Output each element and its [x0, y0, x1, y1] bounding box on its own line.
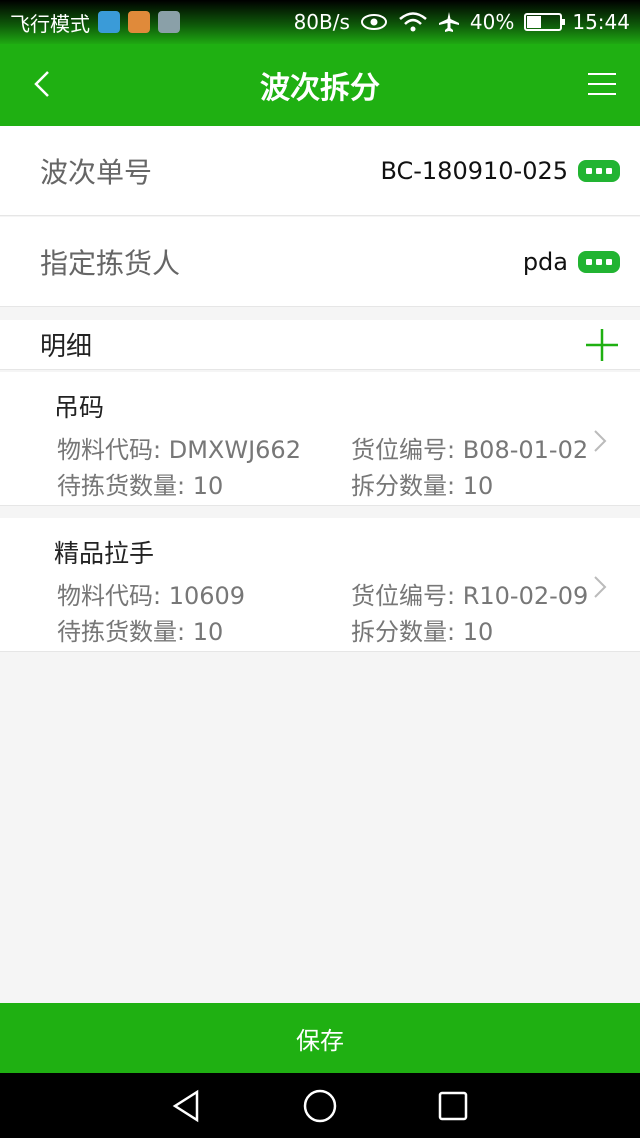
wave-number-row[interactable]: 波次单号 BC-180910-025 — [0, 126, 640, 216]
pending-qty: 待拣货数量: 10 — [57, 618, 224, 646]
detail-title: 明细 — [40, 332, 93, 362]
picker-value: pda — [522, 247, 568, 276]
network-speed: 80B/s — [293, 10, 350, 34]
list-item[interactable]: 精品拉手 物料代码: 10609 货位编号: R10-02-09 待拣货数量: … — [0, 518, 640, 652]
list-item[interactable]: 吊码 物料代码: DMXWJ662 货位编号: B08-01-02 待拣货数量:… — [0, 372, 640, 506]
picker-value-group: pda — [523, 248, 620, 276]
chevron-right-icon — [594, 430, 607, 452]
picker-row[interactable]: 指定拣货人 pda — [0, 217, 640, 307]
wave-number-label: 波次单号 — [40, 155, 153, 189]
page-title: 波次拆分 — [260, 71, 380, 106]
item-name: 吊码 — [54, 393, 105, 422]
gallery-icon — [158, 11, 180, 33]
plus-icon[interactable] — [584, 327, 620, 363]
clock: 15:44 — [572, 10, 630, 34]
chevron-left-icon[interactable] — [26, 64, 66, 104]
location-code: 货位编号: B08-01-02 — [351, 436, 589, 464]
save-button[interactable]: 保存 — [0, 1003, 640, 1073]
split-qty: 拆分数量: 10 — [351, 618, 494, 646]
hamburger-menu-icon[interactable] — [584, 66, 620, 102]
system-nav-bar — [0, 1073, 640, 1138]
app-bar: 波次拆分 — [0, 44, 640, 126]
battery-icon — [524, 13, 566, 31]
location-code: 货位编号: R10-02-09 — [351, 582, 589, 610]
eye-icon — [360, 14, 387, 30]
health-icon — [98, 11, 120, 33]
material-code: 物料代码: 10609 — [57, 582, 246, 610]
nav-back-icon[interactable] — [169, 1088, 205, 1124]
item-name: 精品拉手 — [54, 539, 155, 568]
more-dots-icon[interactable] — [578, 250, 620, 273]
mail-icon — [128, 11, 150, 33]
pending-qty: 待拣货数量: 10 — [57, 472, 224, 500]
nav-home-icon[interactable] — [302, 1088, 338, 1124]
more-dots-icon[interactable] — [578, 159, 620, 182]
status-bar-left: 飞行模式 — [10, 8, 180, 37]
airplane-icon — [438, 12, 459, 32]
material-code: 物料代码: DMXWJ662 — [57, 436, 301, 464]
chevron-right-icon — [594, 576, 607, 598]
airplane-mode-text: 飞行模式 — [10, 11, 90, 36]
wifi-icon — [399, 12, 427, 32]
picker-label: 指定拣货人 — [40, 246, 181, 280]
wave-number-value-group: BC-180910-025 — [380, 157, 620, 185]
battery-percent: 40% — [469, 10, 515, 34]
wave-number-value: BC-180910-025 — [380, 156, 568, 185]
split-qty: 拆分数量: 10 — [351, 472, 494, 500]
status-bar-right: 80B/s 40% 15:44 — [294, 10, 630, 34]
nav-recents-icon[interactable] — [435, 1088, 471, 1124]
status-bar: 飞行模式 80B/s 40% 15:44 — [0, 0, 640, 44]
detail-header: 明细 — [0, 320, 640, 370]
